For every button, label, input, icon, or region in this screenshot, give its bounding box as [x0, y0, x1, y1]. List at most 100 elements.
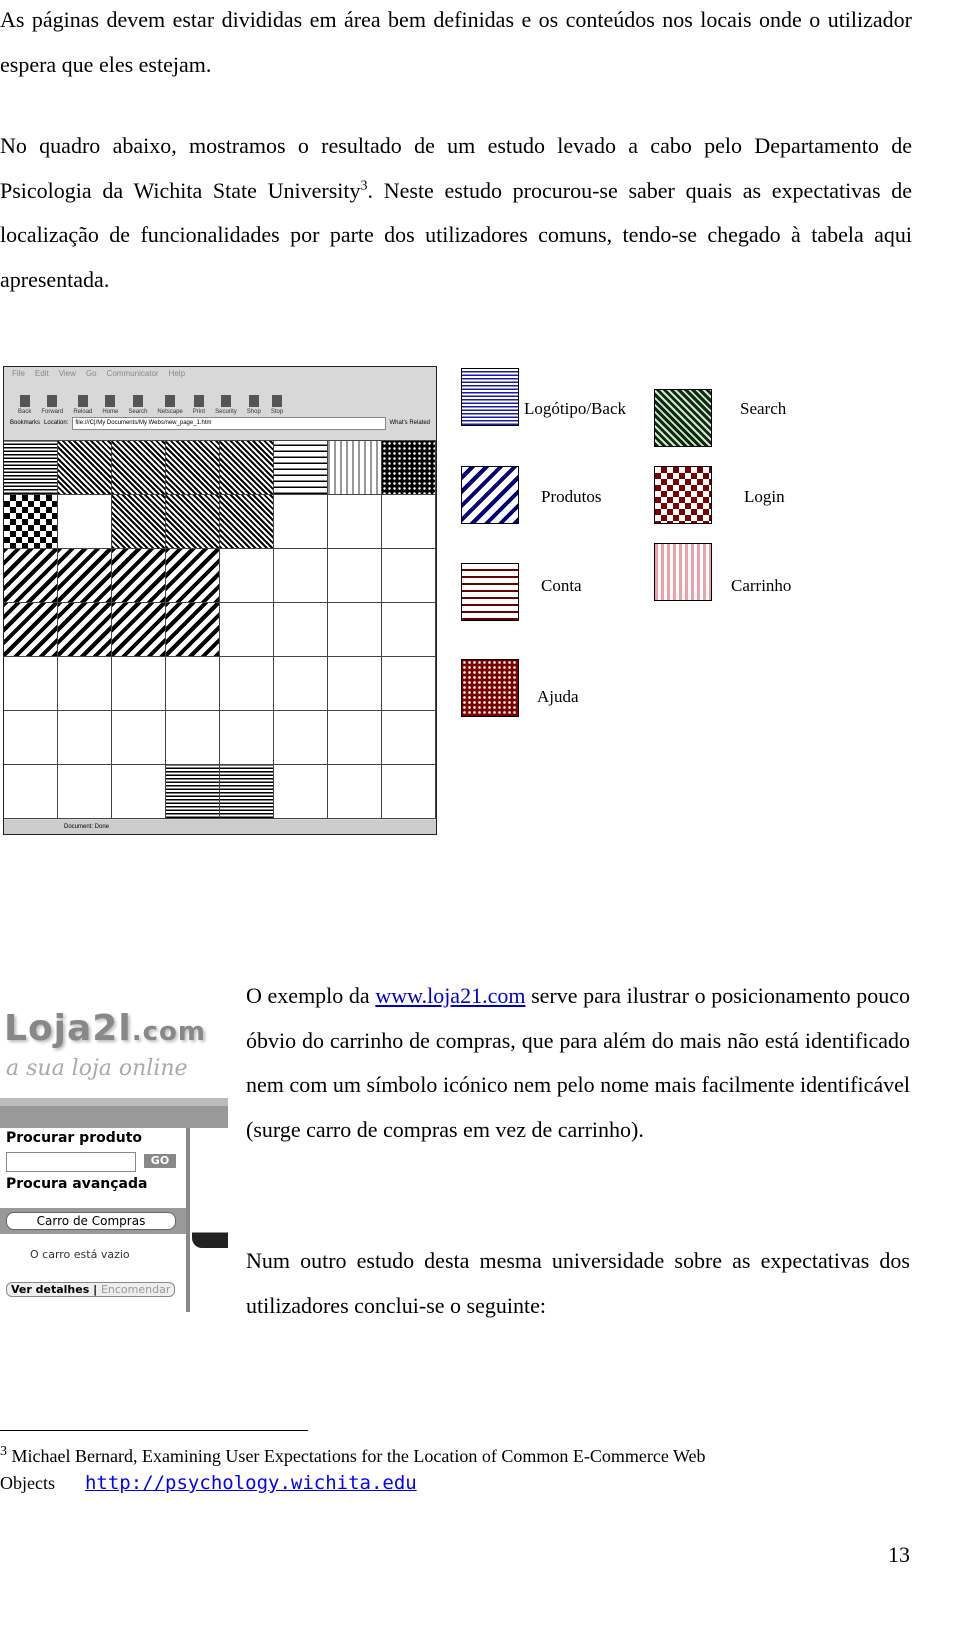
footnote-divider [0, 1430, 308, 1431]
toolbar-button: Stop [271, 395, 283, 415]
grid-cell-prod [4, 549, 58, 603]
grid-cell-prod [58, 603, 112, 657]
legend-swatch-logo [461, 368, 519, 426]
grid-cell-search [220, 441, 274, 495]
browser-menu: File Edit View Go Communicator Help [4, 367, 436, 385]
text: O exemplo da [246, 983, 376, 1008]
grid-cell-empty [4, 765, 58, 819]
grid-cell-prod [58, 549, 112, 603]
loja21-screenshot: Loja2l.com a sua loja online Procurar pr… [0, 1000, 228, 1312]
order-link: Encomendar [100, 1283, 171, 1296]
grid-cell-conta [274, 441, 328, 495]
legend-swatch-prod [461, 466, 519, 524]
tool-label: Shop [246, 409, 261, 415]
legend-label: Login [744, 487, 785, 506]
menu-item: Go [85, 369, 97, 378]
tool-icon [193, 395, 204, 407]
grid-cell-empty [166, 657, 220, 711]
nav-bar [0, 1098, 228, 1128]
grid-cell-empty [382, 765, 436, 819]
toolbar-button: Back [18, 395, 31, 415]
grid-cell-empty [382, 657, 436, 711]
toolbar-button: Netscape [157, 395, 183, 415]
paragraph-other-study: Num outro estudo desta mesma universidad… [246, 1248, 910, 1318]
advanced-search: Procura avançada [6, 1176, 148, 1192]
grid-cell-empty [328, 711, 382, 765]
grid-cell-empty [274, 657, 328, 711]
grid-cell-empty [274, 549, 328, 603]
cart-button: Carro de Compras [6, 1212, 176, 1230]
tool-label: Back [18, 409, 32, 415]
location-bar: Bookmarks Location: file:///C|/My Docume… [4, 415, 436, 431]
grid-cell-empty [328, 549, 382, 603]
tool-icon [132, 395, 143, 407]
loja-tagline: a sua loja online [6, 1056, 188, 1081]
legend-label: Conta [541, 576, 582, 595]
footnote-link[interactable]: http://psychology.wichita.edu [85, 1472, 417, 1494]
grid-cell-prod [166, 603, 220, 657]
grid-cell-empty [328, 765, 382, 819]
footnote: 3 Michael Bernard, Examining User Expect… [0, 1443, 900, 1497]
tool-label: Security [215, 409, 237, 415]
tool-label: Netscape [157, 409, 183, 415]
tool-label: Forward [41, 409, 64, 415]
menu-item: Edit [34, 369, 49, 378]
grid-cell-empty [112, 657, 166, 711]
toolbar-button: Search [128, 395, 147, 415]
sidebar: Procurar produto GO Procura avançada Car… [0, 1128, 190, 1312]
loja21-link[interactable]: www.loja21.com [375, 983, 525, 1008]
grid-cell-empty [274, 711, 328, 765]
tool-icon [77, 395, 88, 407]
loja-logo: Loja2l.com [4, 1008, 206, 1049]
grid-cell-empty [58, 657, 112, 711]
grid-cell-empty [382, 495, 436, 549]
legend-swatch-search [654, 389, 712, 447]
grid-cell-empty [58, 495, 112, 549]
legend-swatch-conta [461, 563, 519, 621]
grid-cell-prod [112, 603, 166, 657]
menu-item: Help [168, 369, 186, 378]
footnote-number: 3 [0, 1444, 7, 1459]
grid-cell-empty [112, 765, 166, 819]
grid-cell-empty [220, 657, 274, 711]
grid-cell-empty [4, 711, 58, 765]
location-label: Location: [44, 420, 69, 426]
browser-toolbar: Back Forward Reload Home Search Netscape Print… [4, 385, 436, 415]
grid-cell-prod [166, 549, 220, 603]
grid-cell-empty [220, 549, 274, 603]
tool-label: Print [192, 409, 206, 415]
layout-grid [4, 440, 436, 819]
grid-cell-prod [112, 549, 166, 603]
tool-icon [105, 395, 116, 407]
tool-icon [220, 395, 231, 407]
bookmarks-label: Bookmarks [10, 420, 41, 426]
grid-cell-empty [382, 549, 436, 603]
search-label: Procurar produto [6, 1130, 143, 1146]
legend-label: Logótipo/Back [524, 399, 626, 418]
grid-cell-empty [4, 657, 58, 711]
grid-cell-empty [274, 603, 328, 657]
whats-related: What's Related [389, 420, 431, 426]
details-link: Ver detalhes [11, 1283, 90, 1296]
toolbar-button: Print [193, 395, 205, 415]
toolbar-button: Reload [73, 395, 92, 415]
paragraph-loja: O exemplo da www.loja21.com serve para i… [246, 974, 910, 1152]
tool-icon [165, 395, 176, 407]
grid-cell-empty [112, 711, 166, 765]
grid-cell-empty [166, 711, 220, 765]
grid-cell-empty [58, 711, 112, 765]
toolbar-button: Security [215, 395, 237, 415]
footnote-ref: 3 [360, 178, 368, 194]
grid-cell-logo [4, 441, 58, 495]
tool-icon [271, 395, 282, 407]
legend-swatch-carr [654, 543, 712, 601]
grid-cell-empty [274, 495, 328, 549]
menu-item: File [12, 369, 25, 378]
grid-cell-empty [328, 603, 382, 657]
toolbar-button: Home [102, 395, 118, 415]
grid-cell-search [166, 495, 220, 549]
cart-links: Ver detalhes | Encomendar [6, 1282, 176, 1297]
grid-cell-empty [58, 765, 112, 819]
grid-cell-login [4, 495, 58, 549]
menu-item: Communicator [106, 369, 159, 378]
